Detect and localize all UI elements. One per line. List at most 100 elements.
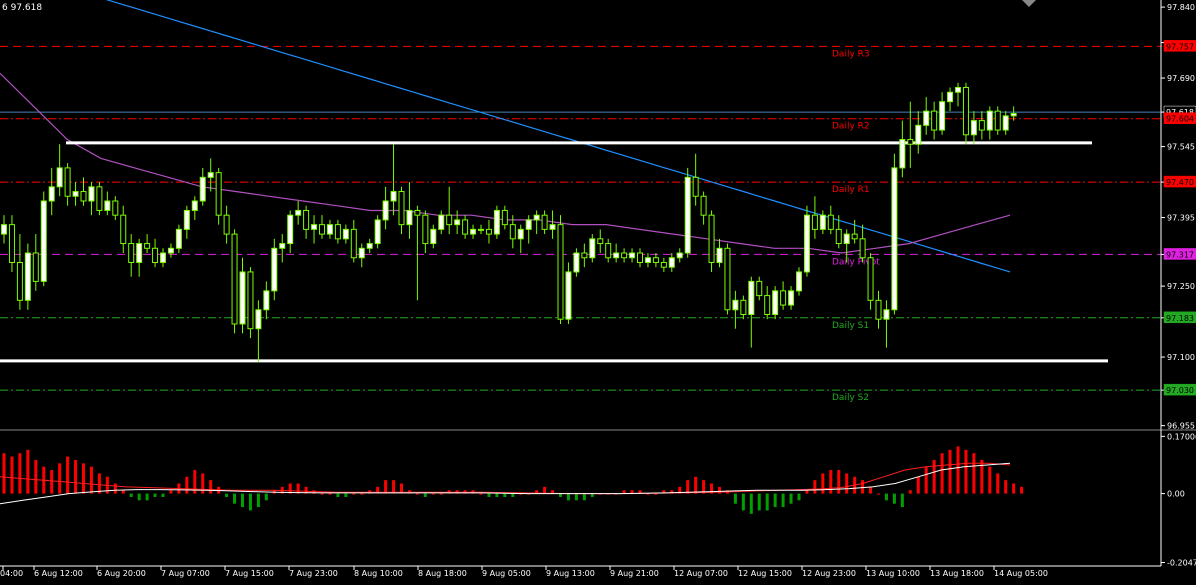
- candle-body: [629, 252, 636, 259]
- histogram-bar: [26, 449, 30, 494]
- candle-body: [764, 295, 771, 315]
- histogram-bar: [74, 459, 78, 494]
- candle-body: [700, 195, 707, 216]
- histogram-bar: [686, 480, 690, 494]
- candle-body: [684, 176, 691, 254]
- candle-body: [1, 224, 7, 235]
- histogram-bar: [590, 493, 594, 497]
- histogram-bar: [916, 476, 920, 494]
- histogram-bar: [248, 493, 252, 511]
- time-tick-label: 12 Aug 07:00: [674, 569, 728, 578]
- candle-body: [223, 214, 230, 235]
- candle-body: [780, 290, 787, 306]
- candle-body: [533, 214, 540, 221]
- histogram-bar: [869, 486, 873, 494]
- time-tick-label: 14 Aug 05:00: [994, 569, 1048, 578]
- time-tick-label: 6 Aug 12:00: [34, 569, 83, 578]
- osc-tick-label: 0.17006: [1167, 432, 1196, 441]
- histogram-bar: [392, 480, 396, 494]
- candle-body: [907, 139, 914, 145]
- osc-tick-label: -0.2047: [1167, 559, 1196, 568]
- candle-body: [247, 271, 254, 330]
- candle-body: [962, 86, 969, 136]
- candle-body: [986, 110, 993, 131]
- histogram-bar: [789, 493, 793, 504]
- histogram-bar: [932, 459, 936, 494]
- histogram-bar: [113, 483, 117, 494]
- candle-body: [525, 219, 532, 230]
- candle-body: [581, 252, 588, 259]
- histogram-bar: [694, 476, 698, 494]
- candle-body: [80, 191, 87, 202]
- time-tick-label: 12 Aug 23:00: [802, 569, 856, 578]
- candle-body: [796, 271, 802, 292]
- histogram-bar: [241, 493, 244, 508]
- price-tag-label: 97.317: [1166, 250, 1194, 259]
- histogram-bar: [360, 493, 364, 495]
- candle-body: [875, 299, 882, 320]
- histogram-bar: [495, 493, 499, 497]
- histogram-bar: [837, 470, 841, 494]
- histogram-bar: [328, 493, 332, 495]
- candle-body: [788, 290, 795, 306]
- candle-body: [1002, 115, 1009, 131]
- candle-body: [923, 110, 930, 126]
- candle-body: [350, 228, 357, 259]
- candle-body: [64, 167, 71, 197]
- histogram-bar: [924, 466, 928, 494]
- chart-info-text: 6 97.618: [2, 3, 42, 13]
- mt4-price-chart[interactable]: Daily R3Daily R2Daily R1Daily PivotDaily…: [0, 0, 1196, 585]
- candle-body: [215, 172, 222, 216]
- candle-body: [915, 124, 922, 145]
- histogram-bar: [209, 480, 213, 494]
- histogram-bar: [821, 473, 825, 494]
- histogram-bar: [10, 456, 14, 494]
- histogram-bar: [18, 453, 22, 494]
- histogram-bar: [1012, 483, 1016, 494]
- level-label: Daily R3: [832, 49, 870, 59]
- candle-body: [621, 252, 628, 259]
- histogram-bar: [256, 493, 260, 508]
- time-tick-label: 04:00: [0, 569, 23, 578]
- price-tick-label: 97.395: [1167, 214, 1195, 223]
- time-tick-label: 8 Aug 10:00: [354, 569, 403, 578]
- candle-body: [772, 290, 779, 315]
- histogram-bar: [845, 473, 849, 494]
- histogram-bar: [757, 493, 761, 511]
- candle-body: [175, 228, 182, 249]
- price-tick-label: 97.840: [1167, 3, 1195, 12]
- candle-body: [493, 209, 500, 235]
- histogram-bar: [1004, 480, 1008, 494]
- price-tag-label: 97.030: [1166, 386, 1194, 395]
- candle-body: [509, 224, 516, 240]
- histogram-bar: [431, 493, 435, 495]
- time-tick-label: 9 Aug 13:00: [546, 569, 595, 578]
- candle-body: [446, 214, 453, 226]
- histogram-bar: [733, 493, 737, 504]
- candle-body: [660, 261, 667, 268]
- candle-body: [263, 290, 270, 311]
- histogram-bar: [423, 493, 427, 497]
- candle-body: [422, 214, 429, 245]
- candle-body: [16, 261, 23, 301]
- candle-body: [557, 224, 564, 320]
- candle-body: [56, 167, 63, 188]
- candle-body: [867, 257, 874, 301]
- candle-body: [295, 209, 302, 216]
- histogram-bar: [543, 486, 547, 494]
- histogram-bar: [161, 493, 165, 497]
- candle-body: [931, 110, 938, 131]
- histogram-bar: [948, 449, 952, 494]
- histogram-bar: [940, 453, 944, 494]
- price-tick-label: 97.690: [1167, 74, 1195, 83]
- candle-body: [398, 191, 405, 226]
- candle-body: [947, 91, 954, 103]
- candle-body: [819, 214, 826, 230]
- candle-body: [891, 167, 898, 311]
- candle-body: [859, 238, 866, 259]
- time-tick-label: 7 Aug 07:00: [161, 569, 210, 578]
- histogram-bar: [566, 493, 570, 501]
- histogram-bar: [479, 493, 483, 495]
- candle-body: [732, 299, 739, 311]
- time-tick-label: 7 Aug 15:00: [225, 569, 274, 578]
